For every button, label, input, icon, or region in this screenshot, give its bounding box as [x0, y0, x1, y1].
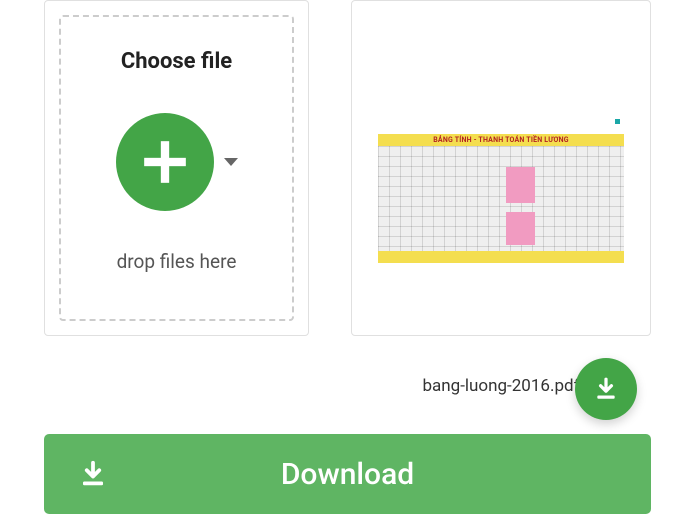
- file-panel: BẢNG TÍNH - THANH TOÁN TIỀN LƯƠNG bang-l…: [351, 0, 651, 396]
- file-card: BẢNG TÍNH - THANH TOÁN TIỀN LƯƠNG: [351, 0, 651, 336]
- choose-file-label: Choose file: [121, 49, 232, 74]
- file-card-header: [366, 15, 636, 45]
- download-icon: [593, 376, 619, 402]
- chevron-down-icon[interactable]: [224, 158, 238, 166]
- plus-icon: [140, 137, 190, 187]
- add-file-button[interactable]: [116, 113, 214, 211]
- spreadsheet-preview: BẢNG TÍNH - THANH TOÁN TIỀN LƯƠNG: [378, 113, 624, 263]
- download-all-button[interactable]: Download: [44, 434, 651, 514]
- upload-panel: Choose file drop files here: [44, 0, 309, 336]
- drop-files-label: drop files here: [117, 250, 237, 273]
- download-file-button[interactable]: [575, 358, 637, 420]
- download-all-label: Download: [281, 457, 414, 492]
- preview-title: BẢNG TÍNH - THANH TOÁN TIỀN LƯƠNG: [378, 134, 624, 146]
- download-icon: [78, 459, 108, 489]
- upload-button-group: [116, 113, 238, 211]
- upload-dropzone[interactable]: Choose file drop files here: [59, 15, 294, 321]
- file-thumbnail[interactable]: BẢNG TÍNH - THANH TOÁN TIỀN LƯƠNG: [366, 55, 636, 321]
